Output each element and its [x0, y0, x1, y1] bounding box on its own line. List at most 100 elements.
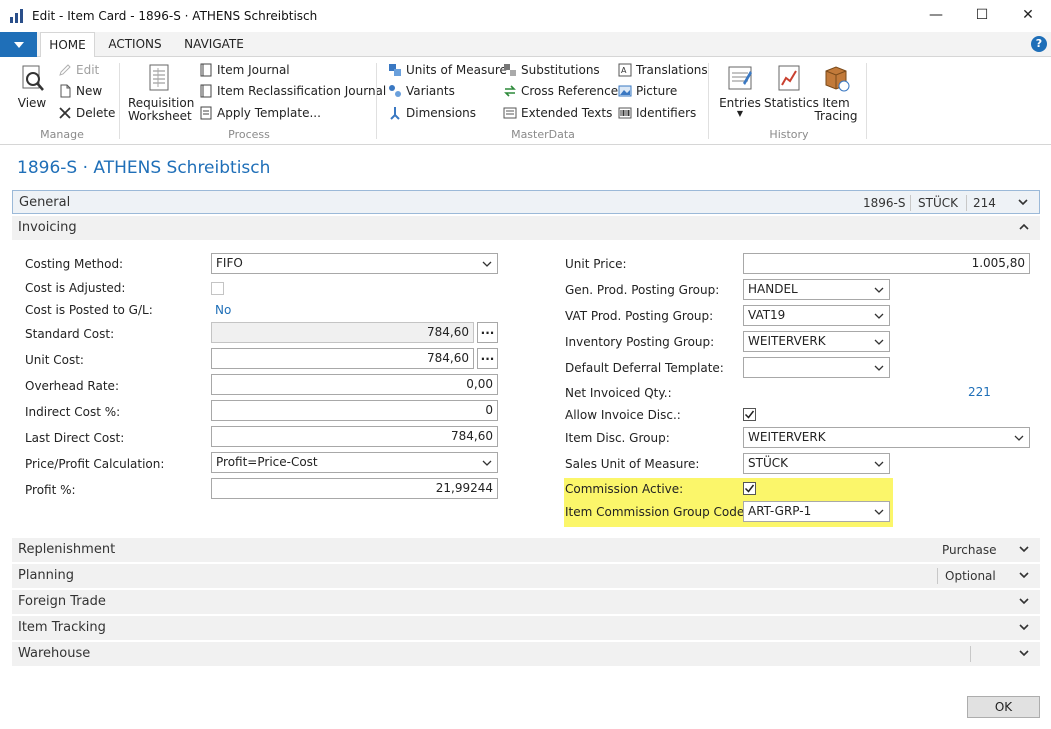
app-logo-icon [10, 9, 24, 23]
default-deferral-template-label: Default Deferral Template: [565, 361, 724, 375]
unit-cost-assist-button[interactable]: ... [477, 348, 498, 369]
last-direct-cost-field[interactable]: 784,60 [211, 426, 498, 447]
app-menu-button[interactable] [0, 32, 37, 57]
sales-uom-select[interactable]: STÜCK [743, 453, 890, 474]
variants-button[interactable]: Variants [388, 82, 455, 100]
identifiers-button[interactable]: Identifiers [618, 104, 696, 122]
edit-label: Edit [76, 63, 100, 77]
help-icon[interactable]: ? [1031, 36, 1047, 52]
planning-summary: Optional [945, 569, 996, 583]
item-journal-button[interactable]: Item Journal [199, 61, 290, 79]
new-label: New [76, 84, 103, 98]
window-title: Edit - Item Card - 1896-S · ATHENS Schre… [32, 9, 318, 23]
item-commission-group-code-label: Item Commission Group Code: [565, 505, 749, 519]
svg-text:A: A [621, 66, 627, 75]
vat-prod-posting-group-value: VAT19 [748, 308, 786, 322]
gen-prod-posting-group-select[interactable]: HANDEL [743, 279, 890, 300]
entries-button[interactable]: Entries ▼ [719, 63, 761, 118]
costing-method-label: Costing Method: [25, 257, 124, 271]
price-profit-calc-select[interactable]: Profit=Price-Cost [211, 452, 498, 473]
fasttab-invoicing[interactable]: Invoicing [12, 216, 1040, 240]
chevron-down-icon [874, 313, 884, 319]
cross-references-button[interactable]: Cross References [503, 82, 624, 100]
overhead-rate-field[interactable]: 0,00 [211, 374, 498, 395]
costing-method-value: FIFO [216, 256, 243, 270]
dimensions-label: Dimensions [406, 106, 477, 120]
apply-template-button[interactable]: Apply Template... [199, 104, 321, 122]
dimensions-button[interactable]: Dimensions [388, 104, 476, 122]
view-label: View [17, 96, 47, 110]
view-button[interactable]: View [12, 63, 52, 110]
picture-button[interactable]: Picture [618, 82, 677, 100]
new-button[interactable]: New [58, 82, 102, 100]
general-summary-no: 1896-S [863, 196, 906, 210]
chevron-down-icon [1019, 650, 1029, 657]
identifiers-label: Identifiers [636, 106, 697, 120]
chevron-down-icon [874, 509, 884, 515]
summary-divider [937, 568, 938, 584]
item-commission-group-code-select[interactable]: ART-GRP-1 [743, 501, 890, 522]
group-label-manage: Manage [40, 128, 84, 141]
item-reclassification-journal-button[interactable]: Item Reclassification Journal [199, 82, 386, 100]
ok-button[interactable]: OK [967, 696, 1040, 718]
default-deferral-template-select[interactable] [743, 357, 890, 378]
minimize-button[interactable]: — [913, 0, 959, 30]
unit-price-field[interactable]: 1.005,80 [743, 253, 1030, 274]
vat-prod-posting-group-select[interactable]: VAT19 [743, 305, 890, 326]
template-icon [199, 106, 213, 120]
chevron-down-icon [874, 287, 884, 293]
edit-button[interactable]: Edit [58, 61, 99, 79]
maximize-button[interactable]: ☐ [959, 0, 1005, 30]
close-button[interactable]: ✕ [1005, 0, 1051, 30]
tab-actions[interactable]: ACTIONS [100, 32, 170, 57]
unit-cost-field[interactable]: 784,60 [211, 348, 474, 369]
fasttab-general[interactable]: General 1896-S STÜCK 214 [12, 190, 1040, 214]
item-tracing-button[interactable]: Item Tracing [814, 63, 858, 123]
cost-adjusted-checkbox[interactable] [211, 282, 224, 295]
standard-cost-assist-button[interactable]: ... [477, 322, 498, 343]
item-disc-group-select[interactable]: WEITERVERK [743, 427, 1030, 448]
profit-pct-field[interactable]: 21,99244 [211, 478, 498, 499]
chevron-down-icon [874, 339, 884, 345]
group-label-history: History [769, 128, 809, 141]
net-invoiced-qty-value[interactable]: 221 [968, 385, 991, 399]
fasttab-general-title: General [19, 195, 71, 210]
fasttab-foreign-trade-title: Foreign Trade [18, 594, 106, 609]
cost-adjusted-label: Cost is Adjusted: [25, 281, 126, 295]
tab-navigate[interactable]: NAVIGATE [176, 32, 252, 57]
requisition-worksheet-button[interactable]: Requisition Worksheet [128, 63, 194, 123]
commission-active-checkbox[interactable] [743, 482, 756, 495]
chevron-down-icon [1018, 199, 1028, 206]
fasttab-item-tracking[interactable]: Item Tracking [12, 616, 1040, 640]
fasttab-replenishment[interactable]: Replenishment Purchase [12, 538, 1040, 562]
unit-price-label: Unit Price: [565, 257, 627, 271]
translations-button[interactable]: A Translations [618, 61, 708, 79]
item-commission-group-code-value: ART-GRP-1 [748, 504, 812, 518]
ribbon: View Edit New Delete Manage Requisition … [0, 57, 1051, 145]
chevron-down-icon [1019, 572, 1029, 579]
fasttab-invoicing-title: Invoicing [18, 220, 77, 235]
net-invoiced-qty-label: Net Invoiced Qty.: [565, 386, 672, 400]
units-of-measure-button[interactable]: Units of Measure [388, 61, 507, 79]
chevron-down-icon [1019, 546, 1029, 553]
costing-method-select[interactable]: FIFO [211, 253, 498, 274]
extended-texts-icon [503, 106, 517, 120]
fasttab-planning[interactable]: Planning Optional [12, 564, 1040, 588]
tab-home[interactable]: HOME [40, 32, 95, 58]
allow-invoice-disc-checkbox[interactable] [743, 408, 756, 421]
delete-button[interactable]: Delete [58, 104, 115, 122]
indirect-cost-label: Indirect Cost %: [25, 405, 121, 419]
fasttab-warehouse[interactable]: Warehouse [12, 642, 1040, 666]
extended-texts-button[interactable]: Extended Texts [503, 104, 612, 122]
item-reclassification-journal-label: Item Reclassification Journal [217, 84, 387, 98]
ribbon-tab-bar: HOME ACTIONS NAVIGATE ? [0, 32, 1051, 58]
item-journal-label: Item Journal [217, 63, 290, 77]
statistics-button[interactable]: Statistics [764, 63, 819, 110]
standard-cost-field[interactable]: 784,60 [211, 322, 474, 343]
cost-posted-gl-value[interactable]: No [215, 303, 231, 317]
inventory-posting-group-select[interactable]: WEITERVERK [743, 331, 890, 352]
indirect-cost-field[interactable]: 0 [211, 400, 498, 421]
fasttab-foreign-trade[interactable]: Foreign Trade [12, 590, 1040, 614]
price-profit-calc-label: Price/Profit Calculation: [25, 457, 165, 471]
substitutions-button[interactable]: Substitutions [503, 61, 600, 79]
